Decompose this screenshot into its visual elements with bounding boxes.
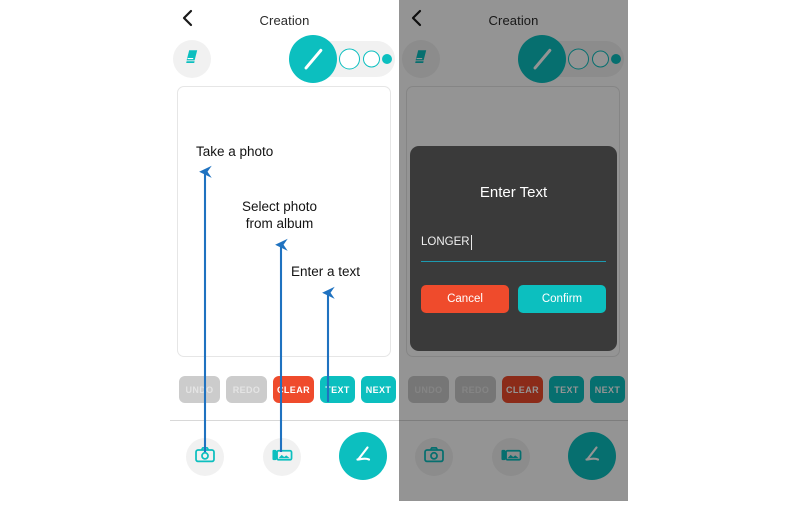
enter-text-dialog: Enter Text LONGER Cancel Confirm (410, 146, 617, 351)
gallery-icon (271, 444, 293, 471)
bottom-divider (170, 420, 399, 421)
pen-stroke-icon (303, 48, 323, 70)
draw-button[interactable] (339, 432, 387, 480)
confirm-button[interactable]: Confirm (518, 285, 606, 313)
text-input-value: LONGER (421, 236, 470, 248)
brush-size-dot[interactable] (382, 54, 392, 64)
pen-stroke-icon (348, 439, 378, 474)
camera-icon (194, 444, 216, 471)
brush-size-large[interactable] (289, 35, 337, 83)
undo-button[interactable]: UNDO (179, 376, 220, 403)
text-cursor (471, 235, 472, 250)
clear-button[interactable]: CLEAR (273, 376, 314, 403)
left-action-bar: UNDO REDO CLEAR TEXT NEXT (170, 376, 399, 408)
cancel-button[interactable]: Cancel (421, 285, 509, 313)
eraser-button[interactable] (173, 40, 211, 78)
text-button[interactable]: TEXT (320, 376, 355, 403)
text-input-field[interactable]: LONGER (421, 234, 606, 262)
brush-size-small[interactable] (363, 50, 380, 68)
brush-size-selector (289, 35, 395, 83)
left-header: Creation (170, 0, 399, 36)
screenshot-stage: Creation UNDO REDO CLEAR TEXT NEXT Creat… (0, 0, 799, 501)
select-photo-button[interactable] (263, 438, 301, 476)
left-phone-panel: Creation UNDO REDO CLEAR TEXT NEXT (170, 0, 399, 501)
brush-size-medium[interactable] (339, 48, 360, 70)
dialog-title: Enter Text (479, 184, 548, 201)
left-bottom-nav (170, 430, 399, 496)
next-button[interactable]: NEXT (361, 376, 396, 403)
eraser-icon (182, 47, 202, 72)
take-photo-button[interactable] (186, 438, 224, 476)
left-tool-row (170, 35, 399, 84)
drawing-canvas[interactable] (177, 86, 391, 357)
page-title: Creation (259, 13, 310, 28)
redo-button[interactable]: REDO (226, 376, 267, 403)
right-phone-panel: Creation UNDO REDO CLEAR TEXT NEXT Enter… (399, 0, 628, 501)
input-underline (421, 260, 606, 262)
